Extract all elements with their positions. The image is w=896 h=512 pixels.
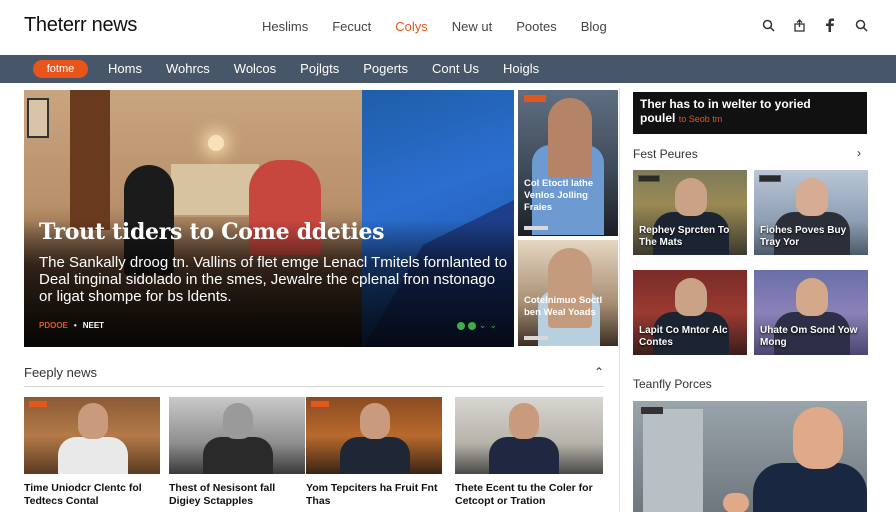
search-icon[interactable] — [854, 17, 868, 33]
carousel-dot[interactable] — [456, 321, 465, 330]
news-card[interactable]: Thest of Nesisont fall Digiey Sctapples — [169, 397, 305, 508]
chevron-up-icon[interactable]: ⌃ — [594, 365, 604, 379]
top-nav-item-blog[interactable]: Blog — [581, 19, 607, 34]
top-nav: Heslims Fecuct Colys New ut Pootes Blog — [262, 19, 631, 34]
column-divider — [619, 88, 620, 512]
side-story-caption[interactable]: Cotelnimuo Soctl ben Weal Yoads — [524, 295, 614, 319]
reply-news-header: Feeply news ⌃ — [24, 365, 604, 387]
fest-card-caption[interactable]: Lapit Co Mntor Alc Contes — [639, 325, 743, 349]
hero-summary: The Sankally droog tn. Vallins of flet e… — [39, 254, 508, 305]
fest-section-title: Fest Peures — [633, 147, 698, 161]
promo-line-1: Ther has to in welter to yoried — [640, 97, 811, 111]
top-nav-item-fecuct[interactable]: Fecuct — [332, 19, 371, 34]
side-story-card[interactable]: Cotelnimuo Soctl ben Weal Yoads — [518, 240, 618, 346]
featured-video-card[interactable] — [633, 401, 867, 512]
nav-item-wohrcs[interactable]: Wohrcs — [166, 61, 210, 76]
search-icon[interactable] — [761, 17, 775, 33]
chevron-down-icon[interactable]: ⌄ — [479, 320, 487, 331]
news-card[interactable]: Time Uniodcr Clentc fol Tedtecs Contal — [24, 397, 160, 508]
facebook-icon[interactable] — [823, 17, 837, 33]
top-header: Theterr news Heslims Fecuct Colys New ut… — [0, 0, 896, 55]
promo-highlight: to Seob tm — [678, 114, 723, 124]
reply-section-title: Feeply news — [24, 365, 97, 380]
hero-category-tag[interactable]: PDOOE — [39, 321, 68, 330]
promo-line-2: poulel — [640, 111, 676, 125]
fest-card[interactable]: Lapit Co Mntor Alc Contes — [633, 270, 747, 355]
news-card-caption[interactable]: Time Uniodcr Clentc fol Tedtecs Contal — [24, 482, 160, 508]
carousel-dots[interactable]: ⌄ ⌄ — [456, 320, 497, 331]
nav-pill-button[interactable]: fotme — [33, 60, 88, 78]
hero-meta-separator: • — [73, 321, 77, 330]
fest-card[interactable]: Rephey Sprcten To The Mats — [633, 170, 747, 255]
hero-story[interactable]: Trout tiders to Come ddeties The Sankall… — [24, 90, 514, 347]
share-icon[interactable] — [792, 17, 806, 33]
top-nav-item-heslims[interactable]: Heslims — [262, 19, 308, 34]
top-nav-item-colys[interactable]: Colys — [395, 19, 428, 34]
fest-card-caption[interactable]: Fiohes Poves Buy Tray Yor — [760, 225, 864, 249]
category-badge — [524, 95, 546, 102]
promo-banner[interactable]: Ther has to in welter to yoried poulel t… — [633, 92, 867, 134]
site-logo[interactable]: Theterr news — [24, 14, 137, 37]
hero-meta-label: NEET — [82, 321, 105, 330]
top-nav-item-pootes[interactable]: Pootes — [516, 19, 556, 34]
chevron-right-icon[interactable]: › — [857, 146, 861, 160]
fest-card-caption[interactable]: Uhate Om Sond Yow Mong — [760, 325, 864, 349]
news-card-caption[interactable]: Thete Ecent tu the Coler for Cetcopt or … — [455, 482, 603, 508]
news-card-caption[interactable]: Yom Tepciters ha Fruit Fnt Thas — [306, 482, 442, 508]
fest-card[interactable]: Fiohes Poves Buy Tray Yor — [754, 170, 868, 255]
side-story-card[interactable]: Col Etoctl lathe Venlos Jolling Fraies — [518, 90, 618, 236]
chevron-down-icon[interactable]: ⌄ — [489, 320, 497, 331]
hero-headline[interactable]: Trout tiders to Come ddeties — [39, 219, 385, 245]
teamly-section-title: Teanfly Porces — [633, 377, 712, 391]
nav-item-pojlgts[interactable]: Pojlgts — [300, 61, 339, 76]
fest-card-caption[interactable]: Rephey Sprcten To The Mats — [639, 225, 743, 249]
carousel-dot[interactable] — [467, 321, 476, 330]
fest-card[interactable]: Uhate Om Sond Yow Mong — [754, 270, 868, 355]
header-icons — [761, 17, 868, 33]
news-card[interactable]: Yom Tepciters ha Fruit Fnt Thas — [306, 397, 442, 508]
nav-item-hoigls[interactable]: Hoigls — [503, 61, 539, 76]
news-card-caption[interactable]: Thest of Nesisont fall Digiey Sctapples — [169, 482, 305, 508]
nav-item-wolcos[interactable]: Wolcos — [234, 61, 276, 76]
nav-item-homs[interactable]: Homs — [108, 61, 142, 76]
nav-item-pogerts[interactable]: Pogerts — [363, 61, 408, 76]
top-nav-item-new-ut[interactable]: New ut — [452, 19, 492, 34]
side-story-caption[interactable]: Col Etoctl lathe Venlos Jolling Fraies — [524, 178, 614, 214]
news-card[interactable]: Thete Ecent tu the Coler for Cetcopt or … — [455, 397, 603, 508]
hero-meta: PDOOE • NEET — [39, 321, 104, 330]
main-nav: fotme Homs Wohrcs Wolcos Pojlgts Pogerts… — [0, 55, 896, 83]
nav-item-contact-us[interactable]: Cont Us — [432, 61, 479, 76]
